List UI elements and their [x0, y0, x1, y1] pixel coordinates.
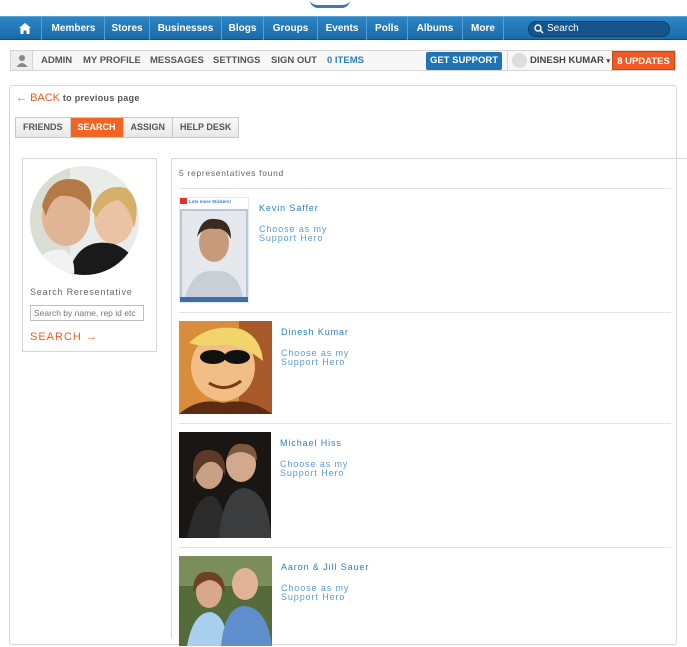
rep-photo[interactable] [179, 432, 271, 538]
nav-members[interactable]: Members [43, 17, 105, 40]
choose-support-hero-link[interactable]: Choose as my Support Hero [280, 460, 348, 478]
list-item: Lots more Stickers! Kevin Saffer Choose … [179, 188, 671, 312]
nav-events[interactable]: Events [318, 17, 367, 40]
back-nav: ← BACK to previous page [16, 92, 140, 104]
choose-support-hero-link[interactable]: Choose as my Support Hero [281, 349, 349, 367]
home-icon [18, 23, 31, 34]
search-panel: Search Reresentative SEARCH → [22, 158, 157, 352]
arrow-left-icon: ← [16, 92, 31, 104]
nav-groups[interactable]: Groups [264, 17, 318, 40]
nav-search-input[interactable]: Search [528, 21, 670, 37]
user-menu[interactable]: DINESH KUMAR ▾ [507, 51, 611, 70]
nav-more[interactable]: More [463, 17, 504, 40]
search-label: Search Reresentative [30, 287, 133, 297]
back-description: to previous page [62, 93, 140, 103]
arrow-right-icon: → [85, 331, 98, 343]
choose-support-hero-link[interactable]: Choose as my Support Hero [281, 584, 349, 602]
search-button[interactable]: SEARCH → [30, 331, 98, 343]
nav-polls[interactable]: Polls [367, 17, 408, 40]
rep-name[interactable]: Michael Hiss [280, 438, 342, 448]
updates-button[interactable]: 8 UPDATES [612, 51, 675, 70]
admin-link[interactable]: ADMIN [41, 51, 72, 70]
my-profile-link[interactable]: MY PROFILE [83, 51, 141, 70]
get-support-button[interactable]: GET SUPPORT [426, 52, 502, 70]
rep-name[interactable]: Kevin Saffer [259, 203, 319, 213]
tab-help-desk[interactable]: HELP DESK [173, 118, 239, 137]
list-item: Dinesh Kumar Choose as my Support Hero [179, 312, 671, 423]
tab-bar: FRIENDS SEARCH ASSIGN HELP DESK [15, 117, 240, 138]
nav-albums[interactable]: Albums [408, 17, 463, 40]
site-logo-fragment [310, 0, 350, 8]
choose-line-2: Support Hero [281, 357, 346, 367]
sign-out-link[interactable]: SIGN OUT [271, 51, 317, 70]
search-button-label: SEARCH [30, 331, 82, 343]
rep-photo[interactable] [179, 321, 272, 414]
user-avatar [512, 53, 527, 68]
tab-assign[interactable]: ASSIGN [123, 118, 174, 137]
search-icon [534, 24, 544, 34]
rep-name[interactable]: Dinesh Kumar [281, 327, 349, 337]
nav-stores[interactable]: Stores [105, 17, 150, 40]
results-list: 5 representatives found Lots more Sticke… [171, 158, 687, 646]
rep-photo[interactable]: Lots more Stickers! [179, 197, 249, 303]
results-count: 5 representatives found [179, 168, 284, 178]
back-link[interactable]: ← BACK [16, 92, 60, 104]
tab-search[interactable]: SEARCH [70, 118, 124, 137]
list-item: Michael Hiss Choose as my Support Hero [179, 423, 671, 547]
profile-avatar-button[interactable] [11, 51, 33, 70]
user-toolbar: ADMIN MY PROFILE MESSAGES SETTINGS SIGN … [10, 50, 676, 71]
nav-search-placeholder: Search [547, 23, 579, 34]
tab-friends[interactable]: FRIENDS [16, 118, 71, 137]
list-item: Aaron & Jill Sauer Choose as my Support … [179, 547, 671, 647]
settings-link[interactable]: SETTINGS [213, 51, 261, 70]
rep-photo[interactable] [179, 556, 272, 646]
choose-line-2: Support Hero [280, 468, 345, 478]
messages-link[interactable]: MESSAGES [150, 51, 204, 70]
user-name: DINESH KUMAR [530, 55, 604, 66]
representatives-photo [30, 166, 139, 275]
cart-items-link[interactable]: 0 ITEMS [327, 51, 364, 70]
rep-search-input[interactable] [30, 305, 144, 321]
main-navigation: Members Stores Businesses Blogs Groups E… [0, 16, 687, 40]
back-link-label: BACK [30, 92, 61, 104]
chevron-down-icon: ▾ [606, 58, 611, 65]
choose-line-2: Support Hero [259, 233, 324, 243]
sticker-header-text: Lots more Stickers! [189, 199, 232, 204]
home-button[interactable] [8, 17, 42, 40]
rep-name[interactable]: Aaron & Jill Sauer [281, 562, 369, 572]
choose-line-2: Support Hero [281, 592, 346, 602]
choose-support-hero-link[interactable]: Choose as my Support Hero [259, 225, 327, 243]
nav-blogs[interactable]: Blogs [222, 17, 264, 40]
nav-businesses[interactable]: Businesses [150, 17, 222, 40]
user-silhouette-icon [16, 55, 27, 67]
